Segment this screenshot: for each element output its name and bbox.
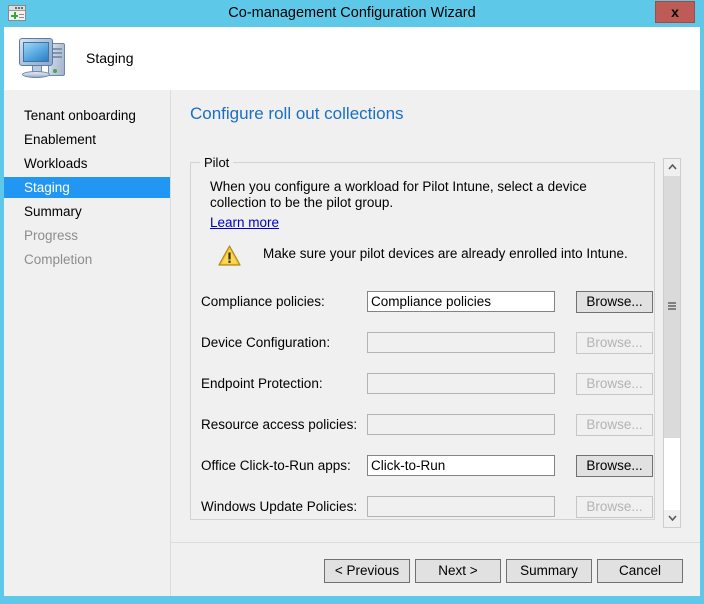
wizard-content: Configure roll out collections Pilot Whe… xyxy=(171,90,700,596)
compliance-policies-input[interactable] xyxy=(367,291,555,312)
endpoint-protection-input xyxy=(367,373,555,394)
browse-button-device-configuration: Browse... xyxy=(576,332,653,354)
browse-button-endpoint-protection: Browse... xyxy=(576,373,653,395)
sidebar-item-summary[interactable]: Summary xyxy=(4,201,170,222)
computer-icon xyxy=(18,34,70,82)
field-label: Office Click-to-Run apps: xyxy=(201,458,351,473)
pilot-group-legend: Pilot xyxy=(200,155,233,170)
next-button[interactable]: Next > xyxy=(415,559,501,583)
previous-button[interactable]: < Previous xyxy=(324,559,410,583)
header-step-title: Staging xyxy=(86,27,133,90)
office-click-to-run-input[interactable] xyxy=(367,455,555,476)
warning-row: Make sure your pilot devices are already… xyxy=(218,243,638,271)
scrollbar-track[interactable] xyxy=(664,176,680,510)
window-title: Co-management Configuration Wizard xyxy=(0,0,704,27)
sidebar-item-completion: Completion xyxy=(4,249,170,270)
field-row-windows-update-policies: Windows Update Policies: Browse... xyxy=(201,496,651,518)
browse-button-resource-access-policies: Browse... xyxy=(576,414,653,436)
chevron-down-icon[interactable] xyxy=(664,510,680,527)
warning-triangle-icon xyxy=(218,245,241,266)
field-row-office-click-to-run: Office Click-to-Run apps: Browse... xyxy=(201,455,651,477)
learn-more-link[interactable]: Learn more xyxy=(210,215,279,230)
content-scrollbar[interactable] xyxy=(663,158,681,528)
browse-button-windows-update-policies: Browse... xyxy=(576,496,653,518)
scrollbar-thumb[interactable] xyxy=(664,176,680,438)
field-label: Compliance policies: xyxy=(201,294,325,309)
grip-lines-icon xyxy=(668,302,676,310)
sidebar-item-progress: Progress xyxy=(4,225,170,246)
wizard-footer: < Previous Next > Summary Cancel xyxy=(171,543,700,596)
page-title: Configure roll out collections xyxy=(190,104,404,124)
wizard-body: Tenant onboarding Enablement Workloads S… xyxy=(4,90,700,596)
sidebar-item-enablement[interactable]: Enablement xyxy=(4,129,170,150)
sidebar-item-tenant-onboarding[interactable]: Tenant onboarding xyxy=(4,105,170,126)
browse-button-compliance-policies[interactable]: Browse... xyxy=(576,291,653,313)
field-label: Windows Update Policies: xyxy=(201,499,357,514)
chevron-up-icon[interactable] xyxy=(664,159,680,176)
wizard-header: Staging xyxy=(4,27,700,90)
title-bar: Co-management Configuration Wizard x xyxy=(0,0,704,27)
field-row-compliance-policies: Compliance policies: Browse... xyxy=(201,291,651,313)
field-row-endpoint-protection: Endpoint Protection: Browse... xyxy=(201,373,651,395)
browse-button-office-click-to-run[interactable]: Browse... xyxy=(576,455,653,477)
field-label: Resource access policies: xyxy=(201,417,357,432)
resource-access-policies-input xyxy=(367,414,555,435)
sidebar-item-workloads[interactable]: Workloads xyxy=(4,153,170,174)
wizard-window: Co-management Configuration Wizard x Sta… xyxy=(0,0,704,604)
wizard-sidebar: Tenant onboarding Enablement Workloads S… xyxy=(4,90,171,596)
scroll-host: Pilot When you configure a workload for … xyxy=(190,158,682,528)
field-row-device-configuration: Device Configuration: Browse... xyxy=(201,332,651,354)
pilot-group-box: Pilot When you configure a workload for … xyxy=(190,162,655,520)
summary-button[interactable]: Summary xyxy=(506,559,592,583)
device-configuration-input xyxy=(367,332,555,353)
sidebar-item-staging[interactable]: Staging xyxy=(4,177,170,198)
field-row-resource-access-policies: Resource access policies: Browse... xyxy=(201,414,651,436)
field-label: Device Configuration: xyxy=(201,335,330,350)
cancel-button[interactable]: Cancel xyxy=(597,559,683,583)
warning-text: Make sure your pilot devices are already… xyxy=(263,246,628,261)
close-button[interactable]: x xyxy=(655,1,695,23)
windows-update-policies-input xyxy=(367,496,555,517)
pilot-description: When you configure a workload for Pilot … xyxy=(210,179,634,211)
field-label: Endpoint Protection: xyxy=(201,376,323,391)
